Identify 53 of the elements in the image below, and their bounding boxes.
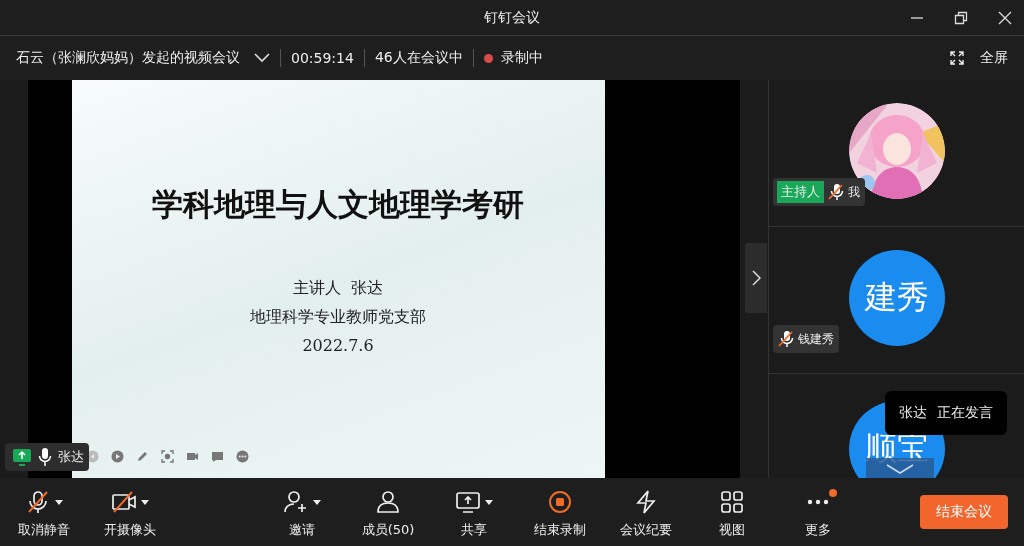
- speaker-name: 张达: [899, 404, 927, 422]
- toolbar-button[interactable]: 视图: [694, 485, 770, 539]
- more-icon: [807, 499, 829, 505]
- panel-toggle-button[interactable]: [745, 243, 767, 313]
- recording-status: 录制中: [500, 49, 543, 67]
- slide-text: 地理科学专业教师党支部: [250, 307, 426, 328]
- restore-icon[interactable]: [954, 10, 968, 25]
- toolbar-button[interactable]: 取消静音: [6, 485, 82, 539]
- participant-name: 我: [848, 183, 860, 201]
- microphone-icon: [38, 447, 52, 467]
- add-person-icon: [283, 489, 309, 515]
- host-badge: 主持人: [777, 181, 824, 203]
- slide-video-icon[interactable]: [185, 450, 199, 463]
- slide-text: 2022.7.6: [302, 336, 374, 355]
- toolbar-button[interactable]: 会议纪要: [608, 485, 684, 539]
- slide-play-icon[interactable]: [110, 450, 124, 463]
- speaker-name: 张达: [58, 448, 84, 466]
- toolbar-button[interactable]: 共享: [436, 485, 512, 539]
- stop-record-icon: [547, 489, 573, 515]
- toolbar-button[interactable]: 更多: [780, 485, 856, 539]
- caret-icon: [55, 499, 63, 505]
- window-title: 钉钉会议: [484, 8, 540, 27]
- muted-microphone-icon: [25, 489, 51, 515]
- toolbar-button[interactable]: 结束录制: [522, 485, 598, 539]
- chevron-down-icon[interactable]: [254, 53, 270, 63]
- attendance-count: 46人在会议中: [374, 49, 463, 67]
- lightning-icon: [633, 489, 659, 515]
- notification-dot-icon: [829, 489, 837, 497]
- chevron-down-icon: [886, 464, 914, 474]
- meeting-duration: 00:59:14: [291, 50, 354, 66]
- caret-icon: [313, 499, 321, 505]
- people-icon: [375, 489, 401, 515]
- slide-pen-icon[interactable]: [135, 450, 149, 463]
- caret-icon: [485, 499, 493, 505]
- slide-text: 主讲人 张达: [292, 278, 384, 299]
- chevron-right-icon: [751, 270, 761, 286]
- toolbar-button[interactable]: 开摄像头: [92, 485, 168, 539]
- grid-icon: [719, 489, 745, 515]
- camera-off-icon: [111, 489, 137, 515]
- screen-share-icon: [455, 489, 481, 515]
- slide-title: 学科地理与人文地理学考研: [152, 185, 524, 224]
- slide-focus-icon[interactable]: [160, 450, 174, 463]
- toolbar-button[interactable]: 邀请: [264, 485, 340, 539]
- fullscreen-button[interactable]: 全屏: [980, 49, 1008, 67]
- fullscreen-icon[interactable]: [950, 51, 964, 65]
- caret-icon: [141, 499, 149, 505]
- close-icon[interactable]: [998, 10, 1012, 25]
- participant-name: 钱建秀: [798, 330, 834, 348]
- avatar: 建秀: [848, 250, 945, 346]
- toolbar-button[interactable]: 成员(50): [350, 485, 426, 539]
- meeting-title[interactable]: 石云（张澜欣妈妈）发起的视频会议: [16, 49, 240, 67]
- slide-chat-icon[interactable]: [210, 450, 224, 463]
- slide-more-icon[interactable]: [235, 450, 249, 463]
